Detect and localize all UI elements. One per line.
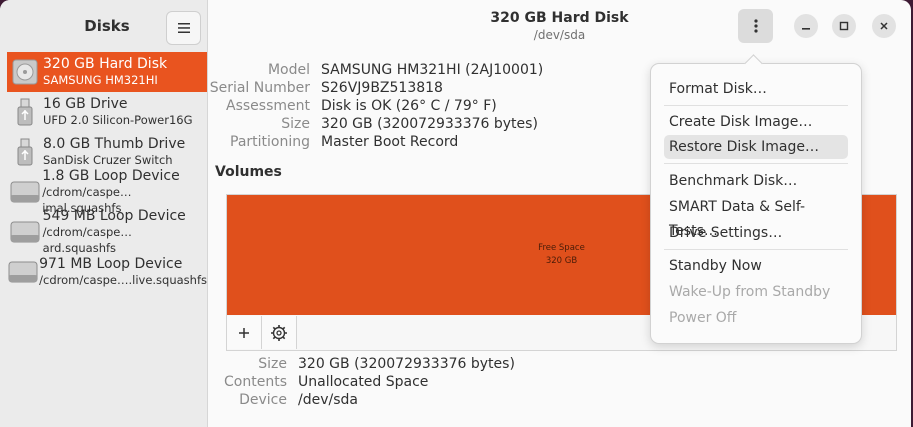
contents-value: Unallocated Space xyxy=(298,374,429,390)
disks-window: Disks 320 GB Hard Disk SAMSUNG HM321HI 1… xyxy=(0,0,911,427)
device-subtitle: /cdrom/caspe….live.squashfs xyxy=(39,273,207,287)
size-label: Size xyxy=(281,116,310,132)
menu-restore-disk-image[interactable]: Restore Disk Image… xyxy=(664,135,848,159)
create-partition-button[interactable] xyxy=(227,316,262,349)
menu-format-disk[interactable]: Format Disk… xyxy=(664,77,848,101)
loop-device-icon xyxy=(7,260,39,284)
device-item-1-8gb-loop[interactable]: 1.8 GB Loop Device /cdrom/caspe…imal.squ… xyxy=(7,168,207,215)
device-name: 971 MB Loop Device xyxy=(39,256,183,272)
contents-label: Contents xyxy=(224,374,287,390)
device-item-549mb-loop[interactable]: 549 MB Loop Device /cdrom/caspe… ard.squ… xyxy=(7,208,207,255)
model-value: SAMSUNG HM321HI (2AJ10001) xyxy=(321,62,544,78)
device-item-8gb-thumb-drive[interactable]: 8.0 GB Thumb Drive SanDisk Cruzer Switch xyxy=(7,132,207,172)
volumes-heading: Volumes xyxy=(215,164,282,180)
device-subtitle: SAMSUNG HM321HI xyxy=(43,73,158,87)
drive-options-button[interactable] xyxy=(738,9,773,43)
hamburger-icon xyxy=(177,23,190,33)
minimize-icon xyxy=(802,28,810,30)
minimize-button[interactable] xyxy=(794,14,818,38)
size-value: 320 GB (320072933376 bytes) xyxy=(321,116,538,132)
usb-drive-icon xyxy=(7,138,43,166)
menu-separator xyxy=(664,163,848,164)
partition-size-label: Size xyxy=(258,356,287,372)
device-item-16gb-drive[interactable]: 16 GB Drive UFD 2.0 Silicon-Power16G xyxy=(7,92,207,132)
partitioning-value: Master Boot Record xyxy=(321,134,459,150)
device-item-320gb-hard-disk[interactable]: 320 GB Hard Disk SAMSUNG HM321HI xyxy=(7,52,207,92)
partition-options-button[interactable] xyxy=(262,316,297,349)
sidebar: Disks 320 GB Hard Disk SAMSUNG HM321HI 1… xyxy=(0,0,208,427)
more-vertical-icon xyxy=(753,19,758,33)
serial-label: Serial Number xyxy=(209,80,310,96)
drive-options-menu: Format Disk… Create Disk Image… Restore … xyxy=(650,63,862,344)
partition-info: Size 320 GB (320072933376 bytes) Contents… xyxy=(208,356,515,410)
hard-disk-icon xyxy=(7,59,43,85)
partition-size: 320 GB xyxy=(545,256,578,266)
menu-create-disk-image[interactable]: Create Disk Image… xyxy=(664,110,848,134)
close-icon xyxy=(880,22,888,30)
main-menu-button[interactable] xyxy=(166,11,201,45)
model-label: Model xyxy=(267,62,310,78)
serial-value: S26VJ9BZ513818 xyxy=(321,80,443,96)
partitioning-label: Partitioning xyxy=(230,134,310,150)
menu-standby-now[interactable]: Standby Now xyxy=(664,254,848,278)
device-name: 8.0 GB Thumb Drive xyxy=(43,136,186,152)
loop-device-icon xyxy=(7,180,42,204)
device-name: 16 GB Drive xyxy=(43,96,128,112)
menu-wake-up: Wake-Up from Standby xyxy=(669,284,831,300)
usb-drive-icon xyxy=(7,98,43,126)
menu-power-off: Power Off xyxy=(669,310,737,326)
partition-size-value: 320 GB (320072933376 bytes) xyxy=(298,356,515,372)
device-subtitle: SanDisk Cruzer Switch xyxy=(43,153,173,167)
device-name: 320 GB Hard Disk xyxy=(43,56,168,72)
assessment-value: Disk is OK (26° C / 79° F) xyxy=(321,98,497,114)
device-list: 320 GB Hard Disk SAMSUNG HM321HI 16 GB D… xyxy=(7,52,207,292)
menu-separator xyxy=(664,105,848,106)
device-name: 549 MB Loop Device xyxy=(42,208,186,224)
device-name: 1.8 GB Loop Device xyxy=(42,168,180,184)
volume-toolbar xyxy=(227,316,297,349)
loop-device-icon xyxy=(7,220,43,244)
maximize-button[interactable] xyxy=(832,14,856,38)
menu-drive-settings[interactable]: Drive Settings… xyxy=(664,221,848,245)
menu-benchmark-disk[interactable]: Benchmark Disk… xyxy=(664,169,848,193)
device-label: Device xyxy=(239,392,287,408)
gear-icon xyxy=(271,324,287,341)
assessment-label: Assessment xyxy=(226,98,310,114)
partition-name: Free Space xyxy=(538,243,585,253)
menu-separator xyxy=(664,249,848,250)
header-bar: 320 GB Hard Disk /dev/sda xyxy=(208,0,911,52)
device-item-971mb-loop[interactable]: 971 MB Loop Device /cdrom/caspe….live.sq… xyxy=(7,252,207,292)
close-button[interactable] xyxy=(872,14,896,38)
device-subtitle: UFD 2.0 Silicon-Power16G xyxy=(43,113,193,127)
plus-icon xyxy=(239,327,249,338)
disk-info: Model SAMSUNG HM321HI (2AJ10001) Serial N… xyxy=(208,62,544,152)
menu-smart-data[interactable]: SMART Data & Self-Tests… xyxy=(664,195,848,239)
maximize-icon xyxy=(839,21,849,31)
sidebar-header: Disks xyxy=(0,0,207,52)
device-value: /dev/sda xyxy=(298,392,358,408)
